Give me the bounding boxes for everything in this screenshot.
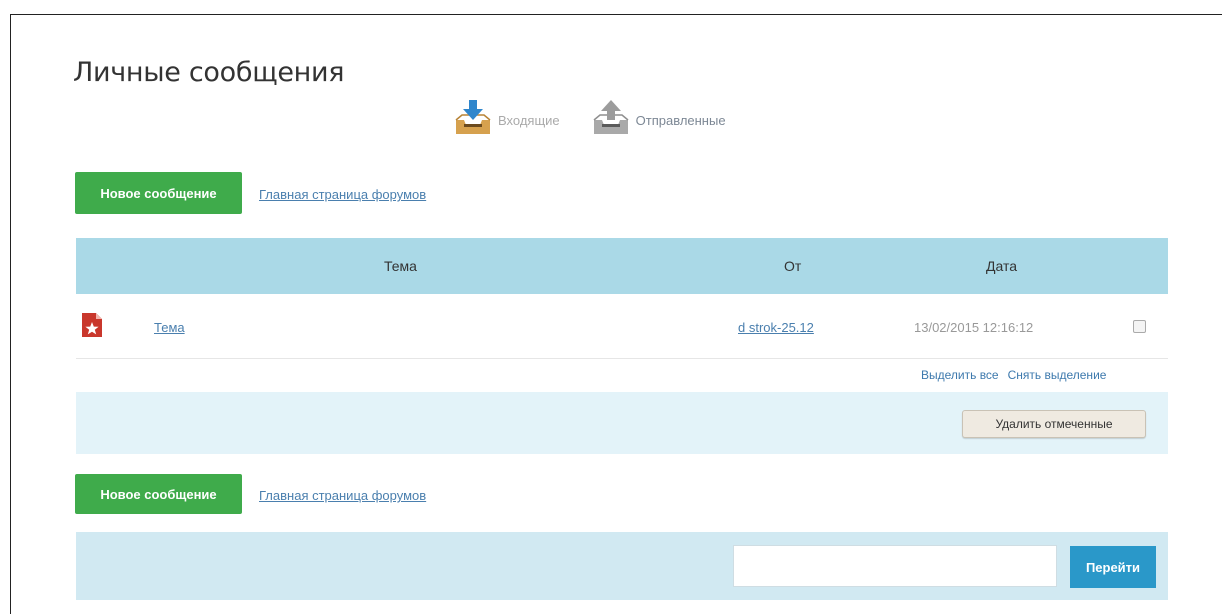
column-from: От xyxy=(784,258,802,274)
outbox-upload-icon xyxy=(590,98,632,143)
page-title: Личные сообщения xyxy=(73,57,345,88)
message-date: 13/02/2015 12:16:12 xyxy=(914,320,1034,335)
folder-inbox-label: Входящие xyxy=(498,112,560,128)
selection-controls: Выделить все Снять выделение xyxy=(921,368,1106,382)
new-message-button[interactable]: Новое сообщение xyxy=(75,172,242,214)
folder-nav: Входящие Отправленные xyxy=(452,98,726,143)
new-message-button-bottom[interactable]: Новое сообщение xyxy=(75,474,242,514)
message-checkbox[interactable] xyxy=(1133,320,1146,333)
unread-star-icon xyxy=(81,312,103,343)
forum-home-link-bottom[interactable]: Главная страница форумов xyxy=(259,488,426,503)
column-subject: Тема xyxy=(384,258,417,274)
inbox-download-icon xyxy=(452,98,494,143)
page-nav-bar: Перейти xyxy=(76,532,1168,600)
forum-home-link[interactable]: Главная страница форумов xyxy=(259,187,426,202)
select-all-link[interactable]: Выделить все xyxy=(921,368,999,382)
table-row: Тема d strok-25.12 13/02/2015 12:16:12 xyxy=(76,294,1168,359)
table-header: Тема От Дата xyxy=(76,238,1168,294)
column-date: Дата xyxy=(986,258,1018,274)
go-button[interactable]: Перейти xyxy=(1070,546,1156,588)
message-sender-link[interactable]: d strok-25.12 xyxy=(738,320,814,335)
delete-bar: Удалить отмеченные xyxy=(76,392,1168,454)
deselect-link[interactable]: Снять выделение xyxy=(1008,368,1107,382)
folder-sent[interactable]: Отправленные xyxy=(590,98,726,143)
folder-sent-label: Отправленные xyxy=(635,112,726,128)
delete-selected-button[interactable]: Удалить отмеченные xyxy=(962,410,1146,438)
page-number-input[interactable] xyxy=(733,545,1057,587)
folder-inbox[interactable]: Входящие xyxy=(452,98,560,143)
message-subject-link[interactable]: Тема xyxy=(154,320,185,335)
